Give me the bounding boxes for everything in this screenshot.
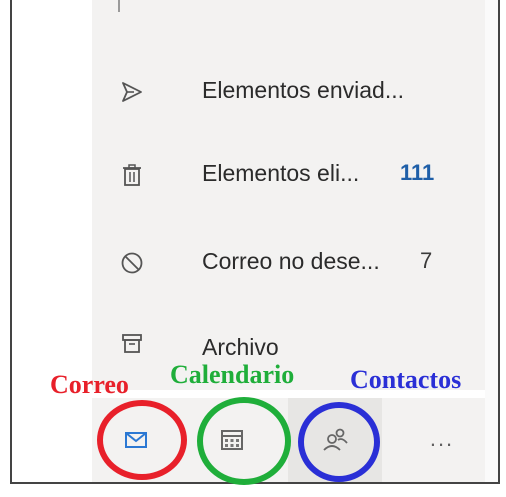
annotation-ring-contacts	[298, 402, 380, 482]
left-strip	[12, 0, 90, 482]
annotation-calendar: Calendario	[170, 360, 295, 389]
folder-label: Elementos enviad...	[202, 77, 405, 103]
unread-count: 7	[420, 248, 433, 273]
annotation-contacts: Contactos	[350, 365, 462, 394]
archive-icon	[120, 332, 144, 356]
trash-icon	[120, 163, 144, 187]
folder-label: Correo no dese...	[202, 248, 380, 274]
annotation-ring-mail	[97, 400, 187, 480]
folder-label: Elementos eli...	[202, 160, 360, 186]
annotation-mail: Correo	[50, 370, 129, 399]
more-options-button[interactable]: ...	[422, 424, 462, 454]
scrollbar-track[interactable]	[485, 0, 498, 482]
folder-item-sent[interactable]: Elementos enviad...	[92, 62, 485, 122]
sent-icon	[120, 80, 144, 104]
folder-item-deleted[interactable]: Elementos eli... 111	[92, 145, 485, 205]
annotation-ring-calendar	[197, 397, 291, 485]
folder-label: Archivo	[202, 334, 279, 360]
unread-count: 111	[400, 160, 435, 185]
junk-icon	[120, 251, 144, 275]
scroll-mark	[118, 0, 120, 12]
folder-item-junk[interactable]: Correo no dese... 7	[92, 233, 485, 293]
